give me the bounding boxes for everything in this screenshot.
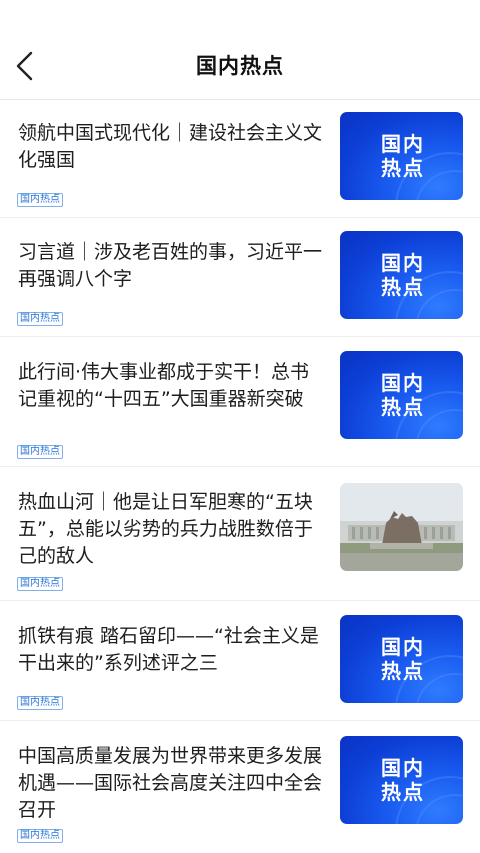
news-title[interactable]: 抓铁有痕 踏石留印——“社会主义是干出来的”系列述评之三: [18, 623, 323, 677]
news-title[interactable]: 中国高质量发展为世界带来更多发展机遇——国际社会高度关注四中全会召开: [18, 743, 323, 824]
news-thumbnail[interactable]: 国内热点: [340, 351, 463, 439]
news-thumbnail[interactable]: 国内热点: [340, 231, 463, 319]
news-list: 领航中国式现代化｜建设社会主义文化强国 国内热点 国内热点 习言道｜涉及老百姓的…: [0, 100, 480, 853]
top-bar: 国内热点: [0, 0, 480, 100]
news-thumbnail-photo[interactable]: [340, 483, 463, 571]
thumbnail-label: 国内热点: [381, 635, 425, 683]
memorial-photo: [340, 483, 463, 571]
category-tag: 国内热点: [17, 829, 63, 843]
category-tag: 国内热点: [17, 577, 63, 591]
category-tag: 国内热点: [17, 445, 63, 459]
news-title[interactable]: 领航中国式现代化｜建设社会主义文化强国: [18, 120, 323, 174]
news-thumbnail[interactable]: 国内热点: [340, 112, 463, 200]
news-title[interactable]: 习言道｜涉及老百姓的事，习近平一再强调八个字: [18, 239, 323, 293]
news-item[interactable]: 抓铁有痕 踏石留印——“社会主义是干出来的”系列述评之三 国内热点 国内热点: [0, 601, 480, 721]
category-tag: 国内热点: [17, 312, 63, 326]
news-item[interactable]: 领航中国式现代化｜建设社会主义文化强国 国内热点 国内热点: [0, 100, 480, 218]
news-item[interactable]: 此行间·伟大事业都成于实干！总书记重视的“十四五”大国重器新突破 国内热点 国内…: [0, 337, 480, 467]
category-tag: 国内热点: [17, 193, 63, 207]
news-title[interactable]: 热血山河｜他是让日军胆寒的“五块五”，总能以劣势的兵力战胜数倍于己的敌人: [18, 489, 323, 570]
category-tag: 国内热点: [17, 696, 63, 710]
news-thumbnail[interactable]: 国内热点: [340, 615, 463, 703]
thumbnail-label: 国内热点: [381, 132, 425, 180]
news-item[interactable]: 热血山河｜他是让日军胆寒的“五块五”，总能以劣势的兵力战胜数倍于己的敌人 国内热…: [0, 467, 480, 601]
news-item[interactable]: 中国高质量发展为世界带来更多发展机遇——国际社会高度关注四中全会召开 国内热点 …: [0, 721, 480, 853]
news-thumbnail[interactable]: 国内热点: [340, 736, 463, 824]
page-title: 国内热点: [196, 54, 284, 78]
thumbnail-label: 国内热点: [381, 371, 425, 419]
thumbnail-label: 国内热点: [381, 251, 425, 299]
news-item[interactable]: 习言道｜涉及老百姓的事，习近平一再强调八个字 国内热点 国内热点: [0, 218, 480, 337]
thumbnail-label: 国内热点: [381, 756, 425, 804]
news-title[interactable]: 此行间·伟大事业都成于实干！总书记重视的“十四五”大国重器新突破: [18, 359, 323, 413]
